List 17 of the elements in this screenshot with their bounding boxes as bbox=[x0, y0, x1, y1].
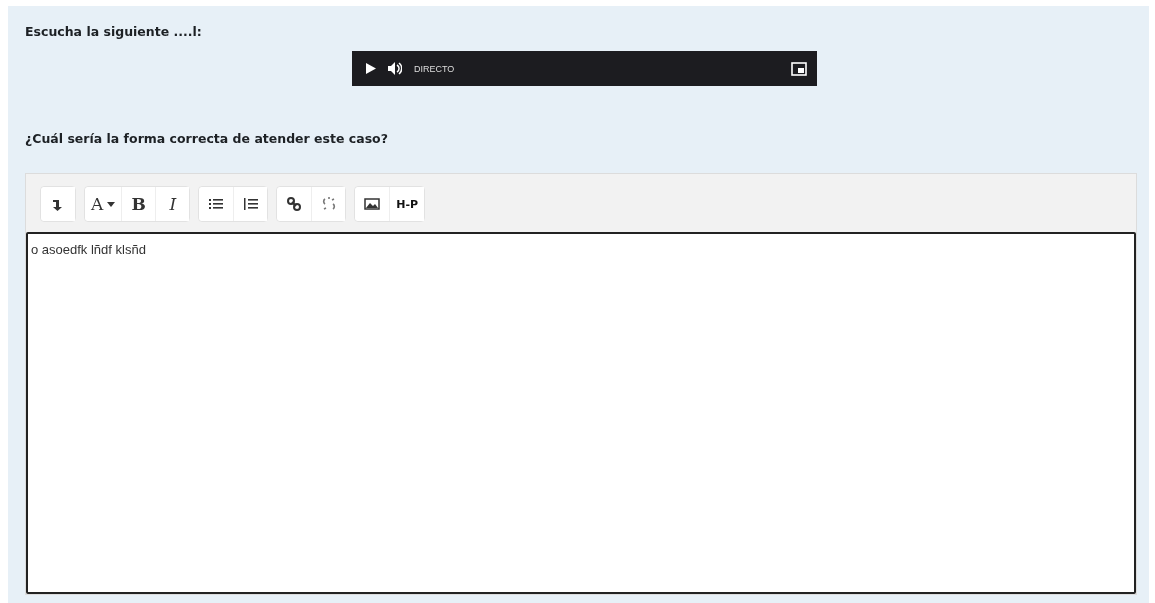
answer-field[interactable]: o asoedfk lñdf klsñd bbox=[26, 232, 1136, 594]
link-icon bbox=[286, 196, 303, 212]
bullet-list-icon bbox=[208, 196, 225, 212]
collapse-button[interactable] bbox=[41, 187, 75, 221]
caret-icon bbox=[107, 201, 116, 207]
question-text: ¿Cuál sería la forma correcta de atender este caso? bbox=[25, 131, 389, 146]
numbered-list-icon bbox=[242, 196, 259, 212]
italic-button[interactable]: I bbox=[155, 187, 190, 221]
prompt-text: Escucha la siguiente ....l: bbox=[25, 24, 203, 39]
image-icon bbox=[364, 196, 381, 212]
h5p-button[interactable]: H-P bbox=[389, 187, 425, 221]
volume-icon[interactable] bbox=[388, 62, 402, 75]
live-label: DIRECTO bbox=[414, 63, 456, 74]
picture-in-picture-icon[interactable] bbox=[791, 61, 807, 76]
play-icon[interactable] bbox=[366, 63, 376, 74]
numbers-button[interactable] bbox=[233, 187, 268, 221]
unlink-icon bbox=[320, 196, 337, 212]
